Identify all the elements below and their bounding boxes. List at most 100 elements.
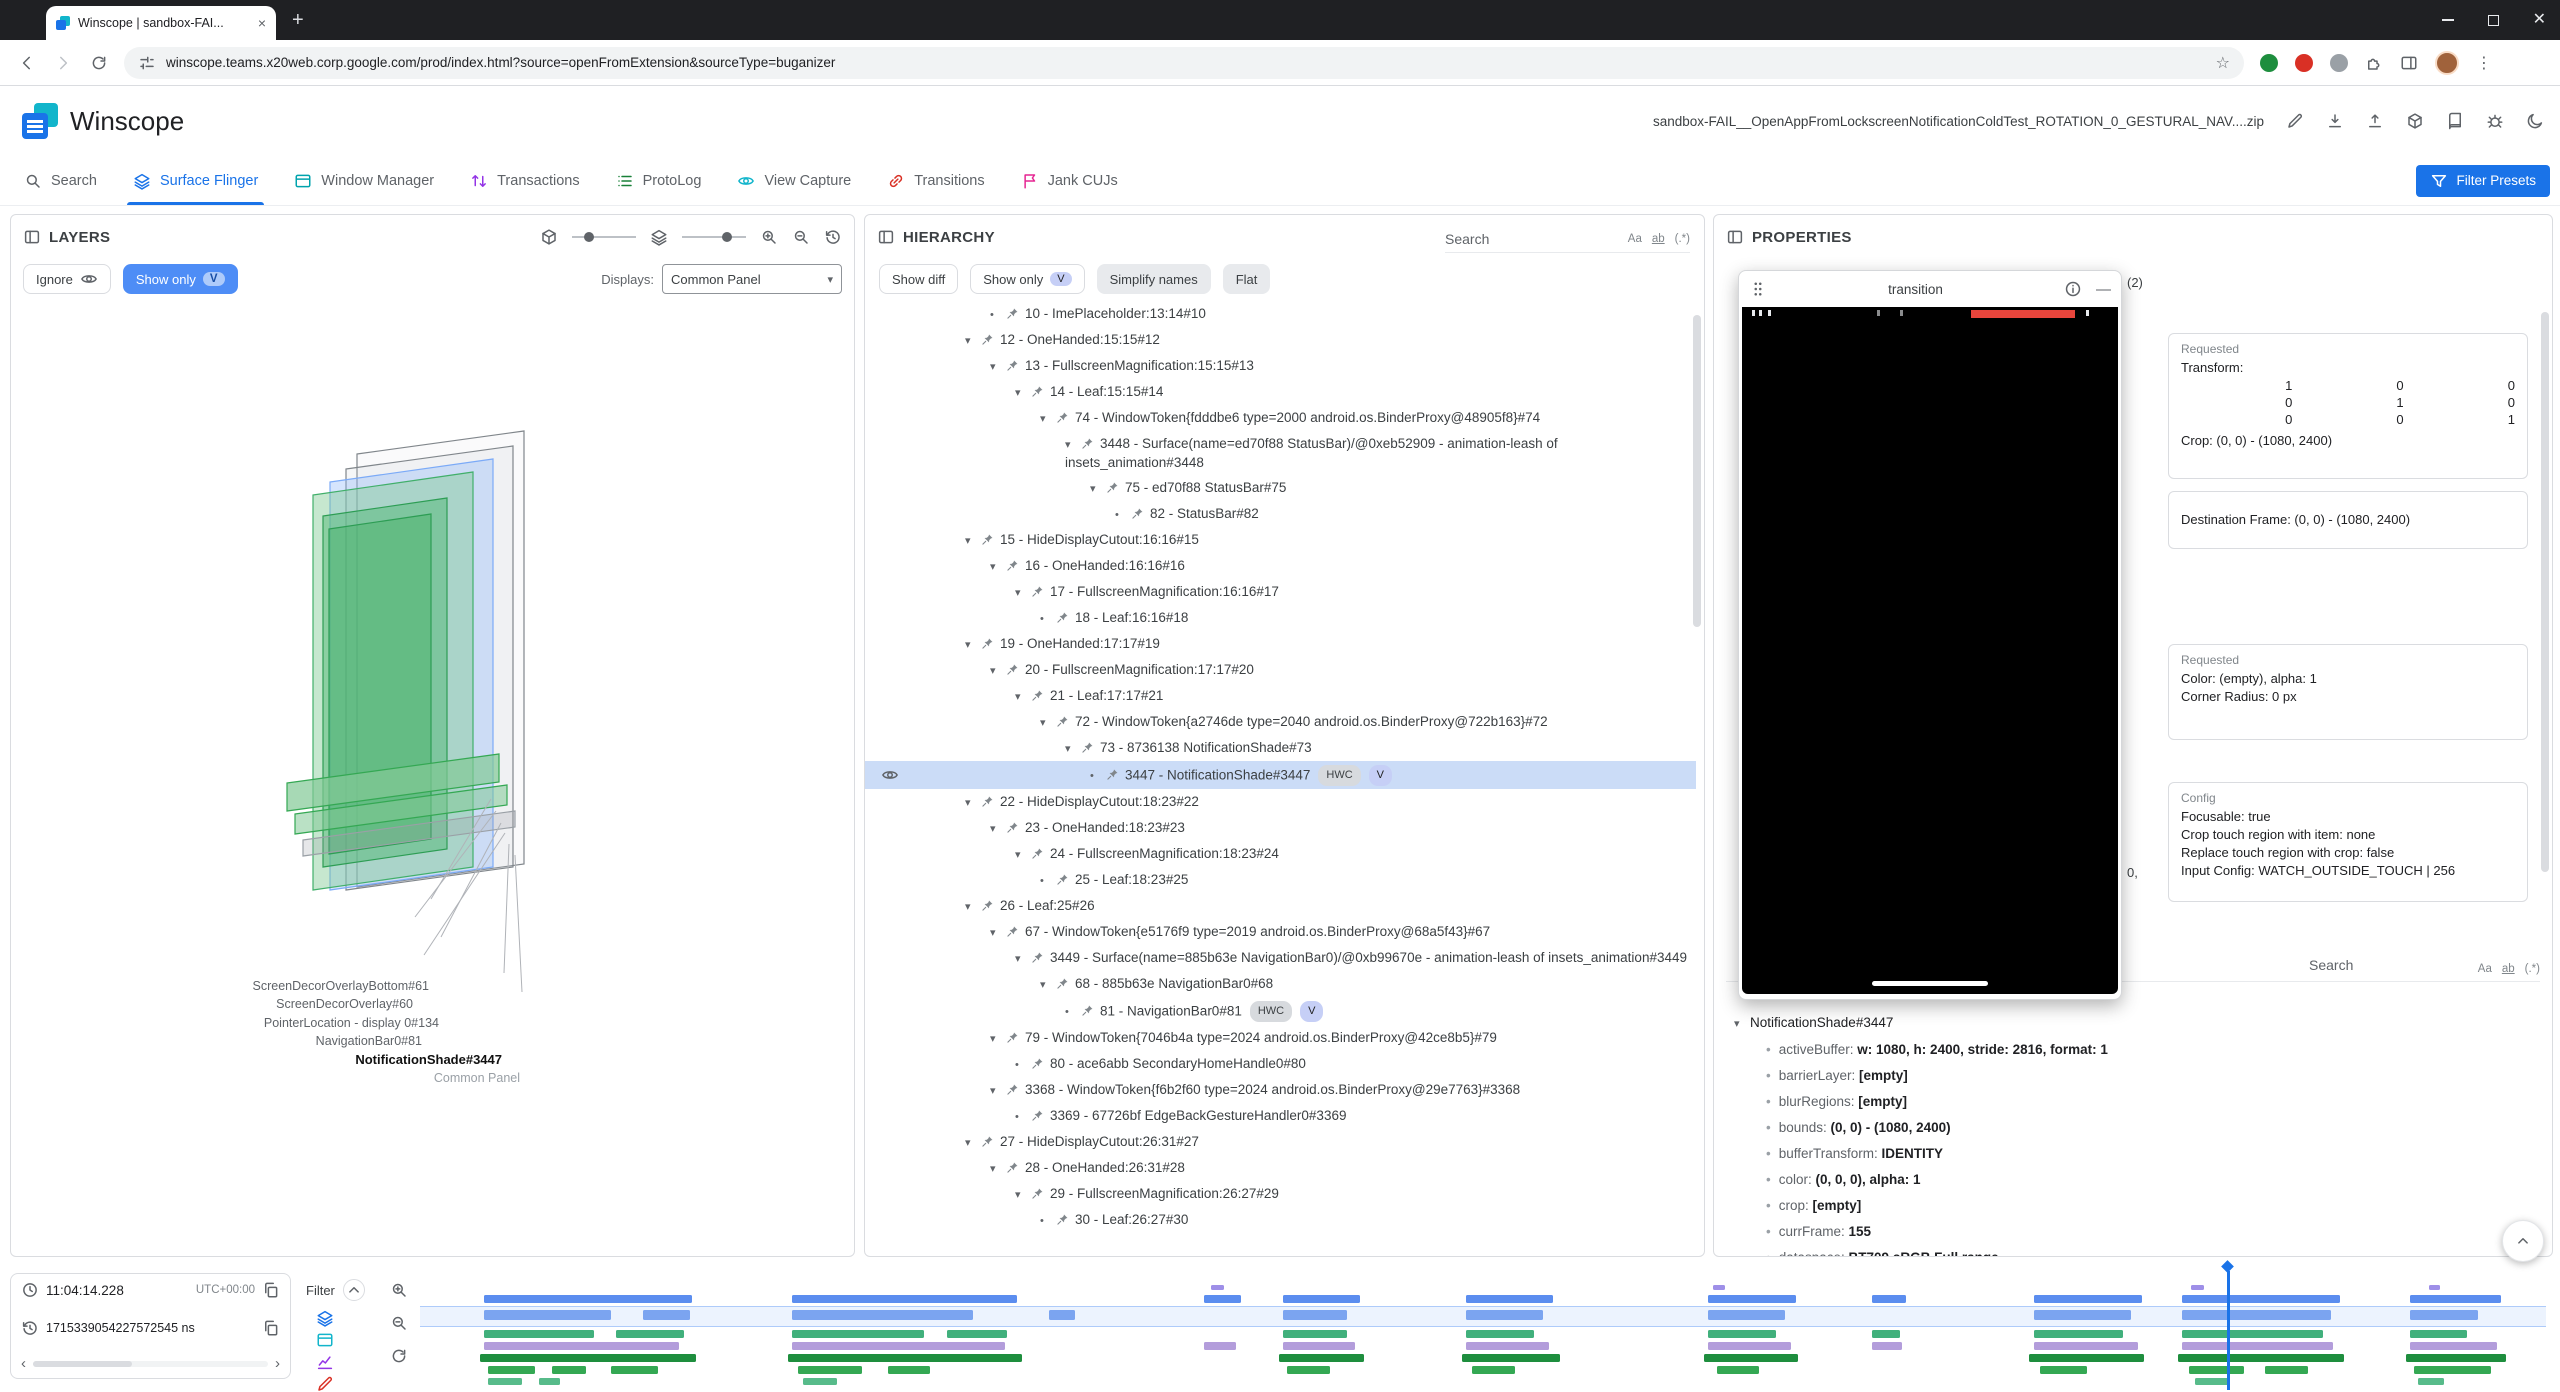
edit-icon[interactable] [2286, 112, 2304, 130]
pin-icon[interactable] [1006, 1031, 1019, 1044]
layer-label[interactable]: Common Panel [434, 1071, 520, 1085]
dock-icon[interactable] [1726, 228, 1744, 246]
dock-icon[interactable] [23, 228, 41, 246]
prop-root-node[interactable]: ▾NotificationShade#3447 [1714, 1010, 2544, 1037]
trace-segment[interactable] [2034, 1295, 2142, 1303]
expand-timeline-button[interactable] [2502, 1220, 2544, 1262]
reload-icon[interactable] [90, 54, 108, 72]
tree-node[interactable]: ▾27 - HideDisplayCutout:26:31#27 [865, 1129, 1696, 1155]
layers-3d-canvas[interactable]: ScreenDecorOverlayBottom#61 ScreenDecorOv… [11, 299, 855, 1257]
window-minimize-icon[interactable] [2442, 19, 2454, 21]
timeline-zoom-out-icon[interactable] [390, 1314, 408, 1332]
trace-segment[interactable] [1708, 1295, 1795, 1303]
transition-screenshot-window[interactable]: transition — [1738, 270, 2122, 1000]
trace-segment[interactable] [1717, 1366, 1760, 1374]
reset-view-icon[interactable] [824, 228, 842, 246]
hierarchy-scrollbar[interactable] [1693, 315, 1701, 627]
tree-node[interactable]: ▾19 - OneHanded:17:17#19 [865, 631, 1696, 657]
tab-close-icon[interactable]: × [258, 16, 266, 30]
expander-icon[interactable]: ▾ [1015, 584, 1031, 602]
expander-icon[interactable]: ▾ [990, 924, 1006, 942]
tree-node[interactable]: ▾13 - FullscreenMagnification:15:15#13 [865, 353, 1696, 379]
trace-segment[interactable] [2418, 1378, 2444, 1385]
prop-node[interactable]: •bounds: (0, 0) - (1080, 2400) [1714, 1115, 2544, 1141]
pin-icon[interactable] [1031, 1057, 1044, 1070]
show-only-v-chip[interactable]: Show only V [970, 264, 1084, 294]
expander-icon[interactable]: ▾ [990, 1030, 1006, 1048]
whole-word-toggle[interactable]: ab [1652, 233, 1665, 245]
pin-icon[interactable] [1031, 585, 1044, 598]
shortcuts-icon[interactable] [2406, 112, 2424, 130]
trace-segment[interactable] [1472, 1366, 1515, 1374]
scroll-left-icon[interactable]: ‹ [21, 1356, 26, 1371]
expander-icon[interactable]: ▾ [1015, 688, 1031, 706]
expander-icon[interactable]: ▾ [965, 794, 981, 812]
expander-icon[interactable]: ▾ [1040, 714, 1056, 732]
window-maximize-icon[interactable] [2488, 15, 2499, 26]
trace-segment[interactable] [2410, 1330, 2467, 1338]
trace-segment[interactable] [1287, 1366, 1330, 1374]
properties-scrollbar[interactable] [2541, 312, 2549, 872]
trace-segment[interactable] [2182, 1330, 2322, 1338]
pin-icon[interactable] [1031, 1187, 1044, 1200]
tree-node[interactable]: •25 - Leaf:18:23#25 [865, 867, 1696, 893]
expander-icon[interactable]: ▾ [990, 358, 1006, 376]
pin-icon[interactable] [981, 333, 994, 346]
tree-node[interactable]: •82 - StatusBar#82 [865, 501, 1696, 527]
tree-node[interactable]: ▾15 - HideDisplayCutout:16:16#15 [865, 527, 1696, 553]
tree-node[interactable]: ▾20 - FullscreenMagnification:17:17#20 [865, 657, 1696, 683]
copy-icon[interactable] [262, 1281, 280, 1299]
tree-node[interactable]: •18 - Leaf:16:16#18 [865, 605, 1696, 631]
trace-segment[interactable] [1872, 1295, 1906, 1303]
trace-segment[interactable] [1708, 1342, 1791, 1350]
hierarchy-search-input[interactable]: Search Aa ab (.*) [1445, 225, 1690, 253]
drag-handle-icon[interactable] [1749, 280, 1767, 298]
trace-segment[interactable] [1872, 1342, 1902, 1350]
expander-icon[interactable]: ▾ [1015, 950, 1031, 968]
trace-segment[interactable] [484, 1295, 692, 1303]
pin-icon[interactable] [981, 795, 994, 808]
pin-icon[interactable] [1006, 663, 1019, 676]
layer-label[interactable]: ScreenDecorOverlayBottom#61 [253, 979, 429, 993]
layer-label[interactable]: ScreenDecorOverlay#60 [276, 997, 413, 1011]
trace-segment[interactable] [484, 1342, 680, 1350]
trace-segment[interactable] [611, 1366, 658, 1374]
prop-node[interactable]: •color: (0, 0, 0), alpha: 1 [1714, 1167, 2544, 1193]
pin-icon[interactable] [1081, 741, 1094, 754]
pin-icon[interactable] [1081, 437, 1094, 450]
tree-node[interactable]: •10 - ImePlaceholder:13:14#10 [865, 301, 1696, 327]
displays-select[interactable]: Common Panel ▾ [662, 264, 842, 294]
trace-segment[interactable] [792, 1342, 1005, 1350]
show-diff-chip[interactable]: Show diff [879, 264, 958, 294]
trace-segment[interactable] [2406, 1354, 2506, 1362]
pin-icon[interactable] [1056, 1213, 1069, 1226]
cursor-marker[interactable] [2221, 1260, 2234, 1273]
trace-segment[interactable] [484, 1330, 595, 1338]
timeline-scrollbar[interactable] [33, 1361, 268, 1367]
tree-node[interactable]: ▾17 - FullscreenMagnification:16:16#17 [865, 579, 1696, 605]
trace-segment[interactable] [1708, 1310, 1785, 1320]
trace-segment[interactable] [1211, 1285, 1224, 1290]
simplify-names-chip[interactable]: Simplify names [1097, 264, 1211, 294]
trace-segment[interactable] [480, 1354, 697, 1362]
zoom-in-icon[interactable] [760, 228, 778, 246]
expander-icon[interactable]: ▾ [965, 636, 981, 654]
extensions-puzzle-icon[interactable] [2365, 54, 2383, 72]
spacing-slider[interactable] [682, 236, 746, 238]
documentation-icon[interactable] [2446, 112, 2464, 130]
trace-segment[interactable] [2034, 1342, 2138, 1350]
pin-icon[interactable] [1106, 768, 1119, 781]
prop-node[interactable]: •activeBuffer: w: 1080, h: 2400, stride:… [1714, 1037, 2544, 1063]
pin-icon[interactable] [1031, 1109, 1044, 1122]
trace-segment[interactable] [1204, 1342, 1236, 1350]
expander-icon[interactable]: ▾ [1040, 410, 1056, 428]
pin-icon[interactable] [1106, 481, 1119, 494]
filter-presets-button[interactable]: Filter Presets [2416, 165, 2550, 197]
trace-segment[interactable] [888, 1366, 931, 1374]
timeline-cursor[interactable] [2227, 1271, 2230, 1390]
pin-icon[interactable] [1006, 1083, 1019, 1096]
trace-segment[interactable] [1283, 1295, 1360, 1303]
tree-node[interactable]: ▾3448 - Surface(name=ed70f88 StatusBar)/… [865, 431, 1696, 475]
tree-node[interactable]: ▾75 - ed70f88 StatusBar#75 [865, 475, 1696, 501]
layer-label[interactable]: PointerLocation - display 0#134 [264, 1016, 439, 1030]
